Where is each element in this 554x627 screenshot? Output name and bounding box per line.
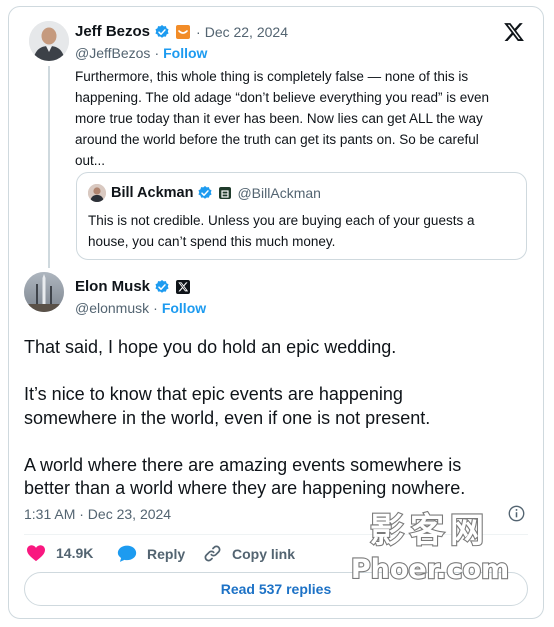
author-name[interactable]: Elon Musk <box>75 278 150 295</box>
copy-link-button[interactable]: Copy link <box>203 544 295 563</box>
main-tweet-header: Elon Musk <box>75 278 191 295</box>
author-handle[interactable]: @elonmusk <box>75 300 149 316</box>
follow-button[interactable]: Follow <box>162 300 206 316</box>
read-replies-label: Read 537 replies <box>220 581 332 597</box>
heart-icon <box>27 545 45 562</box>
author-name[interactable]: Jeff Bezos <box>75 23 150 40</box>
tweet-timestamp[interactable]: 1:31 AM · Dec 23, 2024 <box>24 506 171 522</box>
watermark-line-1: 影客网 <box>370 511 490 551</box>
tweet-date[interactable]: Dec 22, 2024 <box>205 24 288 40</box>
elon-musk-avatar[interactable] <box>24 272 64 312</box>
verified-badge-icon <box>155 279 169 293</box>
author-name: Bill Ackman <box>111 185 194 201</box>
author-handle[interactable]: @JeffBezos <box>75 45 150 61</box>
verified-badge-icon <box>198 186 213 199</box>
x-affiliate-badge-icon <box>176 279 191 294</box>
verified-badge-icon <box>155 24 169 38</box>
reply-label: Reply <box>147 545 186 562</box>
author-handle: @BillAckman <box>237 185 321 201</box>
x-logo-icon[interactable] <box>503 21 525 43</box>
follow-button[interactable]: Follow <box>163 45 207 61</box>
quoted-tweet-text: Furthermore, this whole thing is complet… <box>75 69 490 168</box>
thread-connector-line <box>48 66 50 268</box>
speech-bubble-icon <box>117 545 137 562</box>
like-count: 14.9K <box>56 545 94 561</box>
main-tweet-handle-row: @elonmusk · Follow <box>75 300 206 316</box>
separator-dot: · <box>196 23 201 40</box>
quoted-tweet-header: Jeff Bezos · Dec 22, 2024 <box>75 23 288 40</box>
separator-dot: · <box>153 300 158 316</box>
nested-quote-header: Bill Ackman @BillAckman <box>111 185 321 201</box>
copy-link-label: Copy link <box>232 545 296 562</box>
nested-quote-text: This is not credible. Unless you are buy… <box>88 213 475 249</box>
main-tweet-text: That said, I hope you do hold an epic we… <box>24 337 466 498</box>
quoted-tweet-handle-row: @JeffBezos · Follow <box>75 45 207 61</box>
affiliate-badge-icon <box>219 187 232 199</box>
like-button[interactable]: 14.9K <box>26 544 93 562</box>
site-watermark: 影客网 Phoer.com <box>350 510 510 586</box>
reply-button[interactable]: Reply <box>117 544 185 563</box>
jeff-bezos-avatar[interactable] <box>29 21 69 61</box>
link-icon <box>204 545 221 562</box>
affiliate-badge-icon <box>176 24 191 39</box>
bill-ackman-avatar <box>88 184 106 202</box>
watermark-line-2: Phoer.com <box>351 554 509 585</box>
separator-dot: · <box>154 45 160 61</box>
